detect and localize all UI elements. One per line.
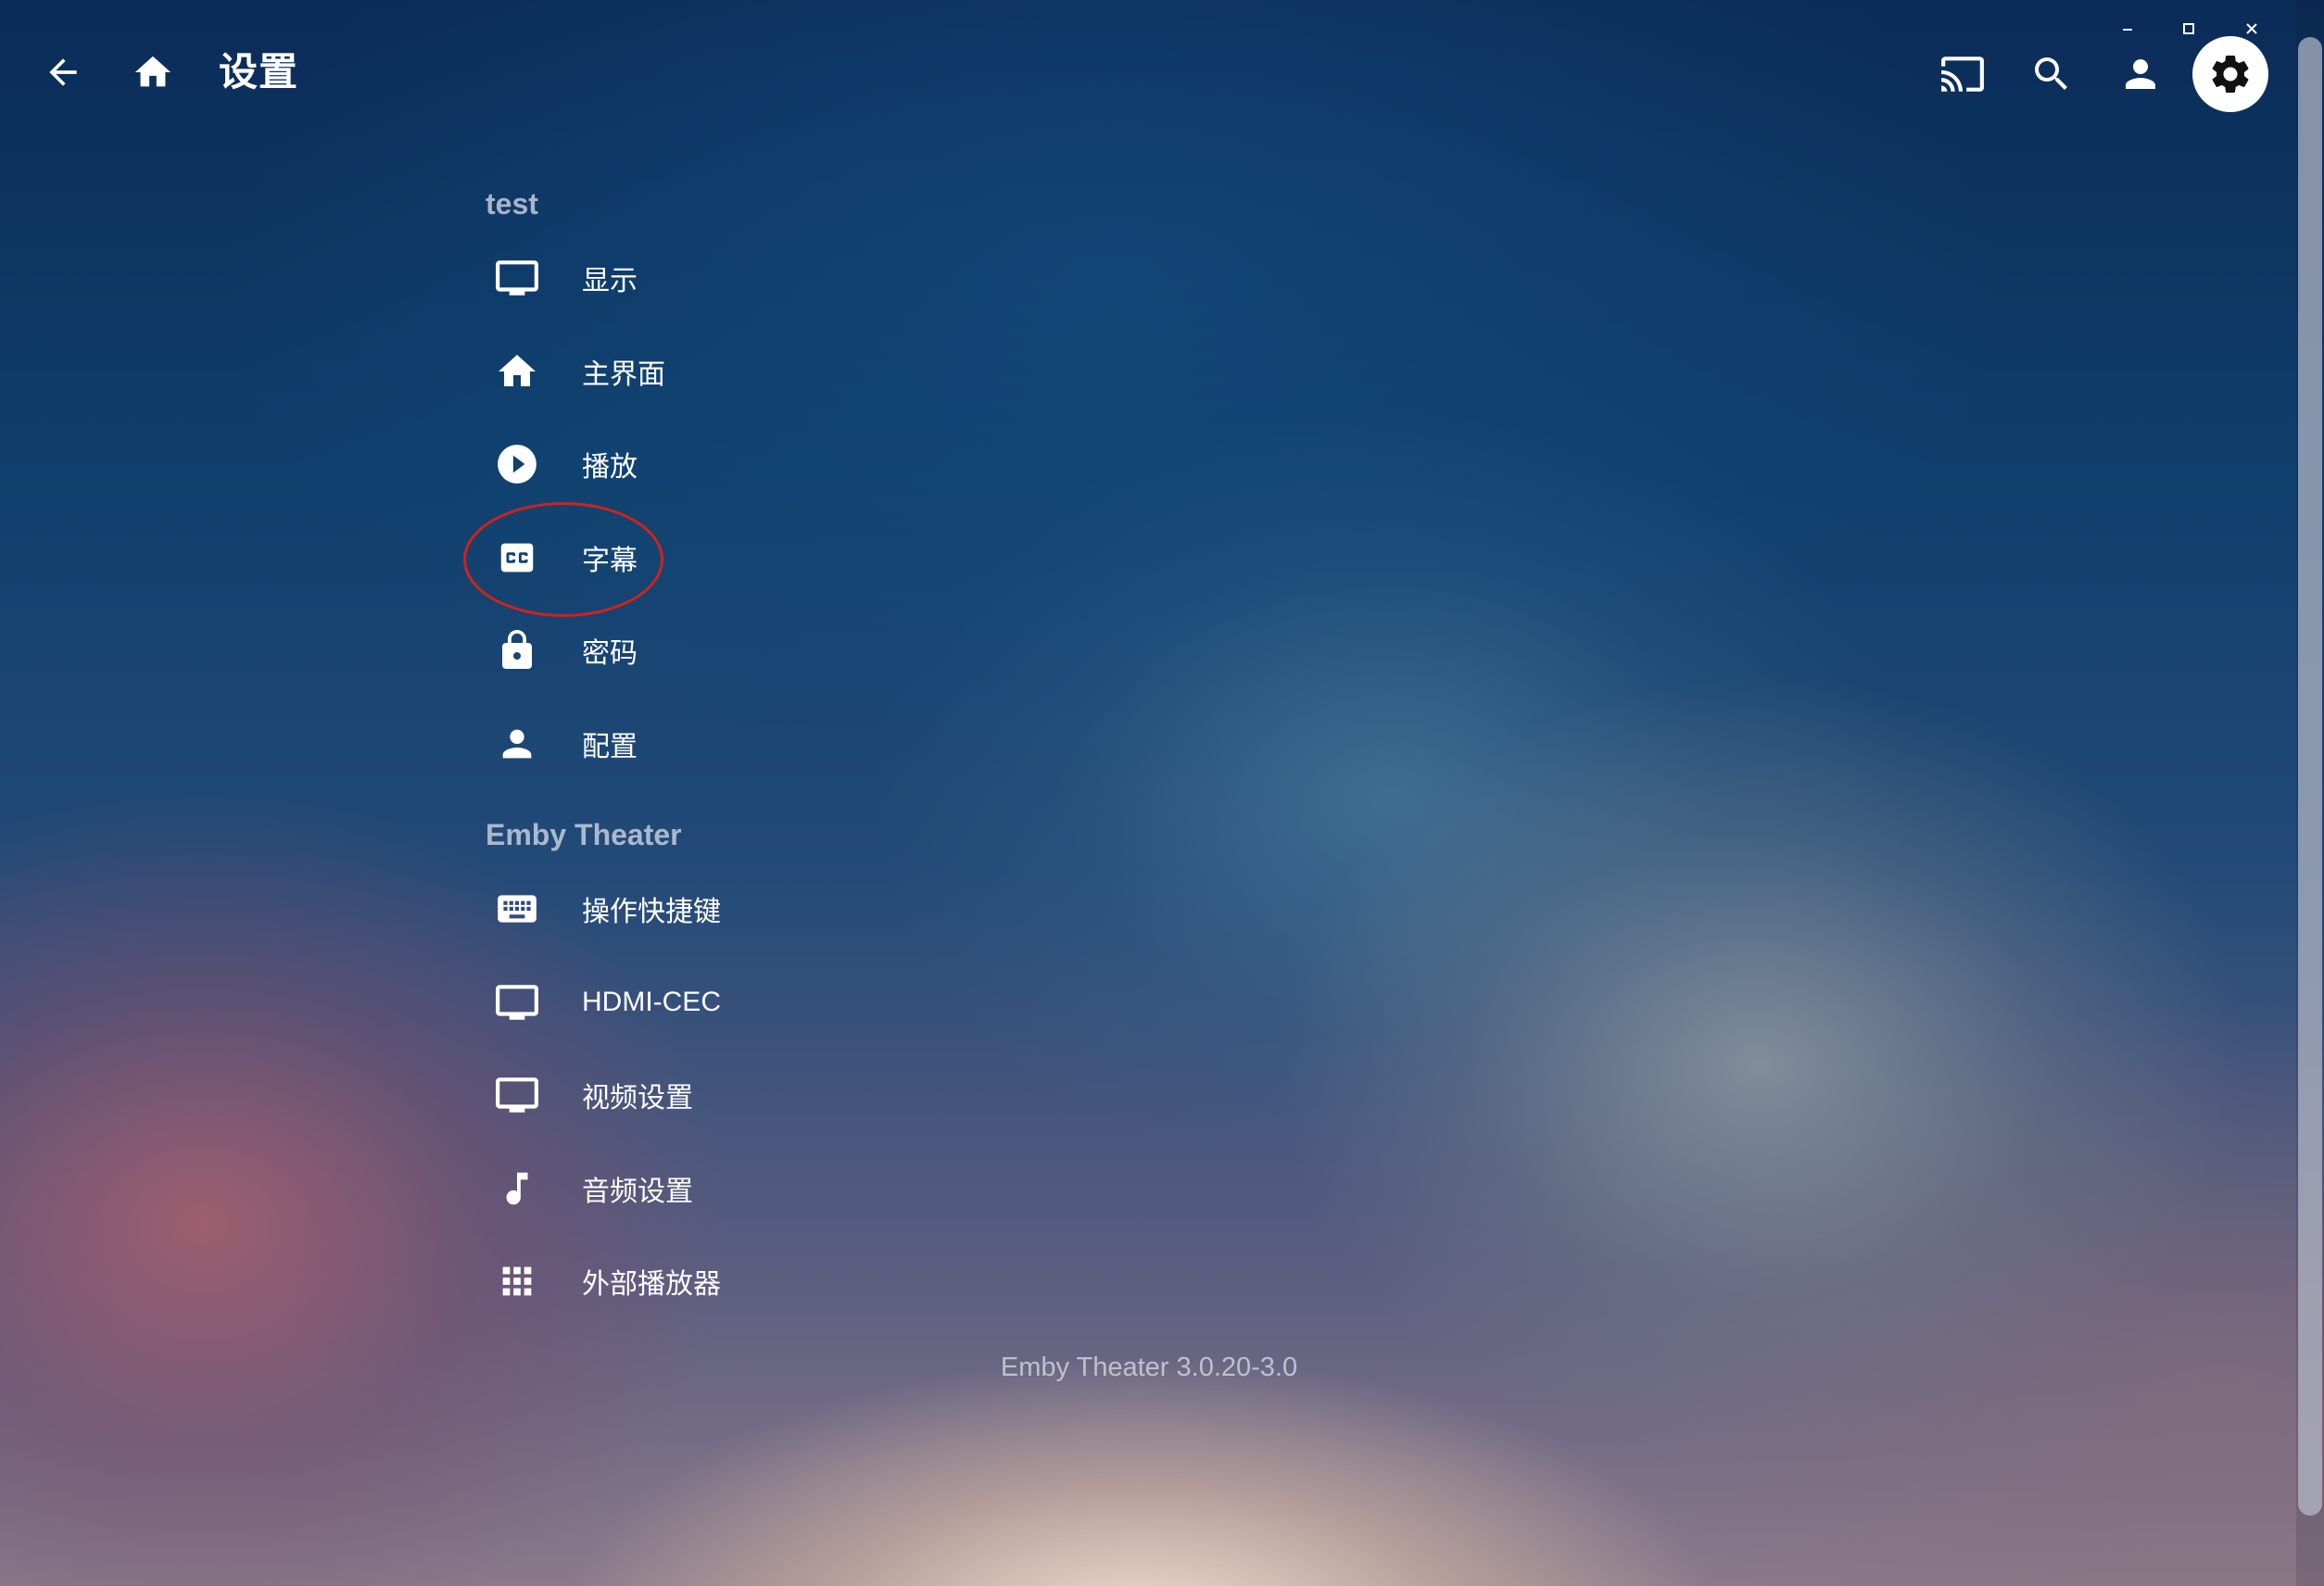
gear-icon xyxy=(2212,55,2249,93)
settings-item-external-player[interactable]: 外部播放器 xyxy=(486,1235,1227,1328)
play-circle-icon xyxy=(487,434,547,494)
home-icon xyxy=(487,342,547,401)
minimize-icon xyxy=(2123,29,2132,31)
apps-grid-icon xyxy=(487,1252,547,1311)
settings-item-home-screen[interactable]: 主界面 xyxy=(486,325,1227,419)
header-bar: 设置 xyxy=(0,0,2324,148)
scrollbar-thumb[interactable] xyxy=(2298,37,2322,1516)
closed-caption-icon xyxy=(487,528,547,587)
settings-item-subtitles[interactable]: 字幕 xyxy=(486,511,1227,605)
settings-item-label: 外部播放器 xyxy=(582,1269,721,1301)
settings-item-label: 字幕 xyxy=(582,545,638,576)
cast-icon xyxy=(1941,57,1984,92)
monitor-icon xyxy=(487,1065,547,1125)
settings-item-password[interactable]: 密码 xyxy=(486,604,1227,698)
keyboard-icon xyxy=(487,879,547,938)
settings-item-profile[interactable]: 配置 xyxy=(486,698,1227,791)
close-icon xyxy=(2246,23,2257,34)
home-button[interactable] xyxy=(127,46,179,98)
person-icon xyxy=(2126,59,2155,89)
settings-button[interactable] xyxy=(2192,36,2268,112)
music-note-icon xyxy=(487,1159,547,1218)
settings-item-label: 音频设置 xyxy=(582,1176,693,1207)
settings-item-label: 密码 xyxy=(582,638,638,670)
lock-icon xyxy=(487,621,547,680)
home-icon xyxy=(134,56,171,87)
person-icon xyxy=(487,714,547,774)
search-icon xyxy=(2035,57,2067,90)
section-title-test: test xyxy=(486,187,538,220)
settings-list: test 显示 主界面 播放 字幕 密码 配置 Emby Theater 操作快… xyxy=(486,176,1227,1328)
search-button[interactable] xyxy=(2024,46,2079,102)
settings-item-shortcuts[interactable]: 操作快捷键 xyxy=(486,862,1227,956)
settings-item-playback[interactable]: 播放 xyxy=(486,418,1227,511)
settings-item-label: 配置 xyxy=(582,731,638,762)
app-version: Emby Theater 3.0.20-3.0 xyxy=(1000,1353,1298,1382)
settings-item-label: 主界面 xyxy=(582,359,665,390)
monitor-icon xyxy=(487,248,547,308)
cast-button[interactable] xyxy=(1935,46,1990,102)
monitor-icon xyxy=(487,973,547,1032)
settings-item-display[interactable]: 显示 xyxy=(486,232,1227,325)
arrow-left-icon xyxy=(49,58,77,86)
window-maximize-button[interactable] xyxy=(2170,13,2207,44)
user-button[interactable] xyxy=(2113,46,2168,102)
settings-item-label: 播放 xyxy=(582,452,638,484)
settings-item-label: 视频设置 xyxy=(582,1083,693,1114)
settings-item-label: 操作快捷键 xyxy=(582,897,721,928)
settings-item-hdmi-cec[interactable]: HDMI-CEC xyxy=(486,956,1227,1050)
settings-item-label: 显示 xyxy=(582,266,638,297)
settings-item-video[interactable]: 视频设置 xyxy=(486,1049,1227,1142)
window-close-button[interactable] xyxy=(2233,13,2270,44)
window-minimize-button[interactable] xyxy=(2109,13,2146,44)
section-title-emby-theater: Emby Theater xyxy=(486,818,682,851)
settings-item-audio[interactable]: 音频设置 xyxy=(486,1142,1227,1236)
page-title: 设置 xyxy=(219,50,299,94)
back-button[interactable] xyxy=(37,46,89,98)
settings-item-label: HDMI-CEC xyxy=(582,986,721,1017)
maximize-icon xyxy=(2183,23,2194,34)
